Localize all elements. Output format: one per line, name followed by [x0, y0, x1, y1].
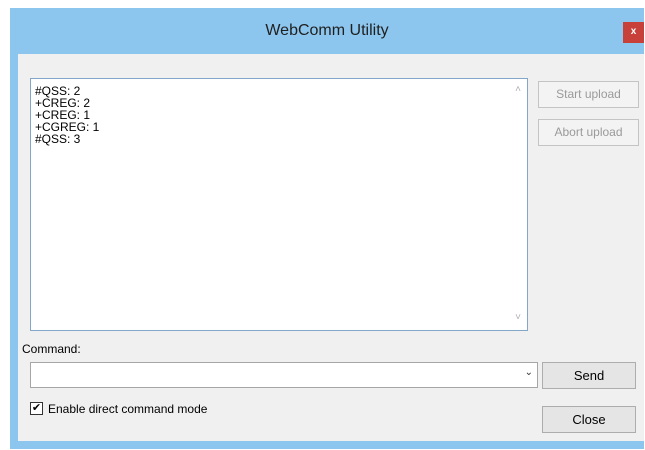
- command-label: Command:: [22, 342, 81, 356]
- command-combobox[interactable]: ⌄: [30, 362, 538, 388]
- webcomm-window: WebComm Utility x #QSS: 2 +CREG: 2 +CREG…: [10, 8, 644, 449]
- window-title: WebComm Utility: [265, 22, 389, 39]
- direct-command-mode-checkbox[interactable]: ✔: [30, 402, 43, 415]
- close-button[interactable]: Close: [542, 406, 636, 433]
- log-lines: #QSS: 2 +CREG: 2 +CREG: 1 +CGREG: 1 #QSS…: [35, 85, 99, 145]
- send-button[interactable]: Send: [542, 362, 636, 389]
- chevron-down-icon[interactable]: ⌄: [525, 367, 533, 378]
- scroll-up-icon[interactable]: ˄: [511, 83, 525, 97]
- abort-upload-button[interactable]: Abort upload: [538, 119, 639, 146]
- dialog-body: #QSS: 2 +CREG: 2 +CREG: 1 +CGREG: 1 #QSS…: [18, 54, 644, 441]
- response-log[interactable]: #QSS: 2 +CREG: 2 +CREG: 1 +CGREG: 1 #QSS…: [30, 78, 528, 331]
- start-upload-button[interactable]: Start upload: [538, 81, 639, 108]
- close-icon[interactable]: x: [623, 22, 644, 43]
- direct-command-mode-label: Enable direct command mode: [48, 402, 208, 416]
- title-bar[interactable]: WebComm Utility x: [10, 8, 644, 54]
- scroll-down-icon[interactable]: ˅: [511, 311, 525, 325]
- log-line: #QSS: 3: [35, 132, 81, 146]
